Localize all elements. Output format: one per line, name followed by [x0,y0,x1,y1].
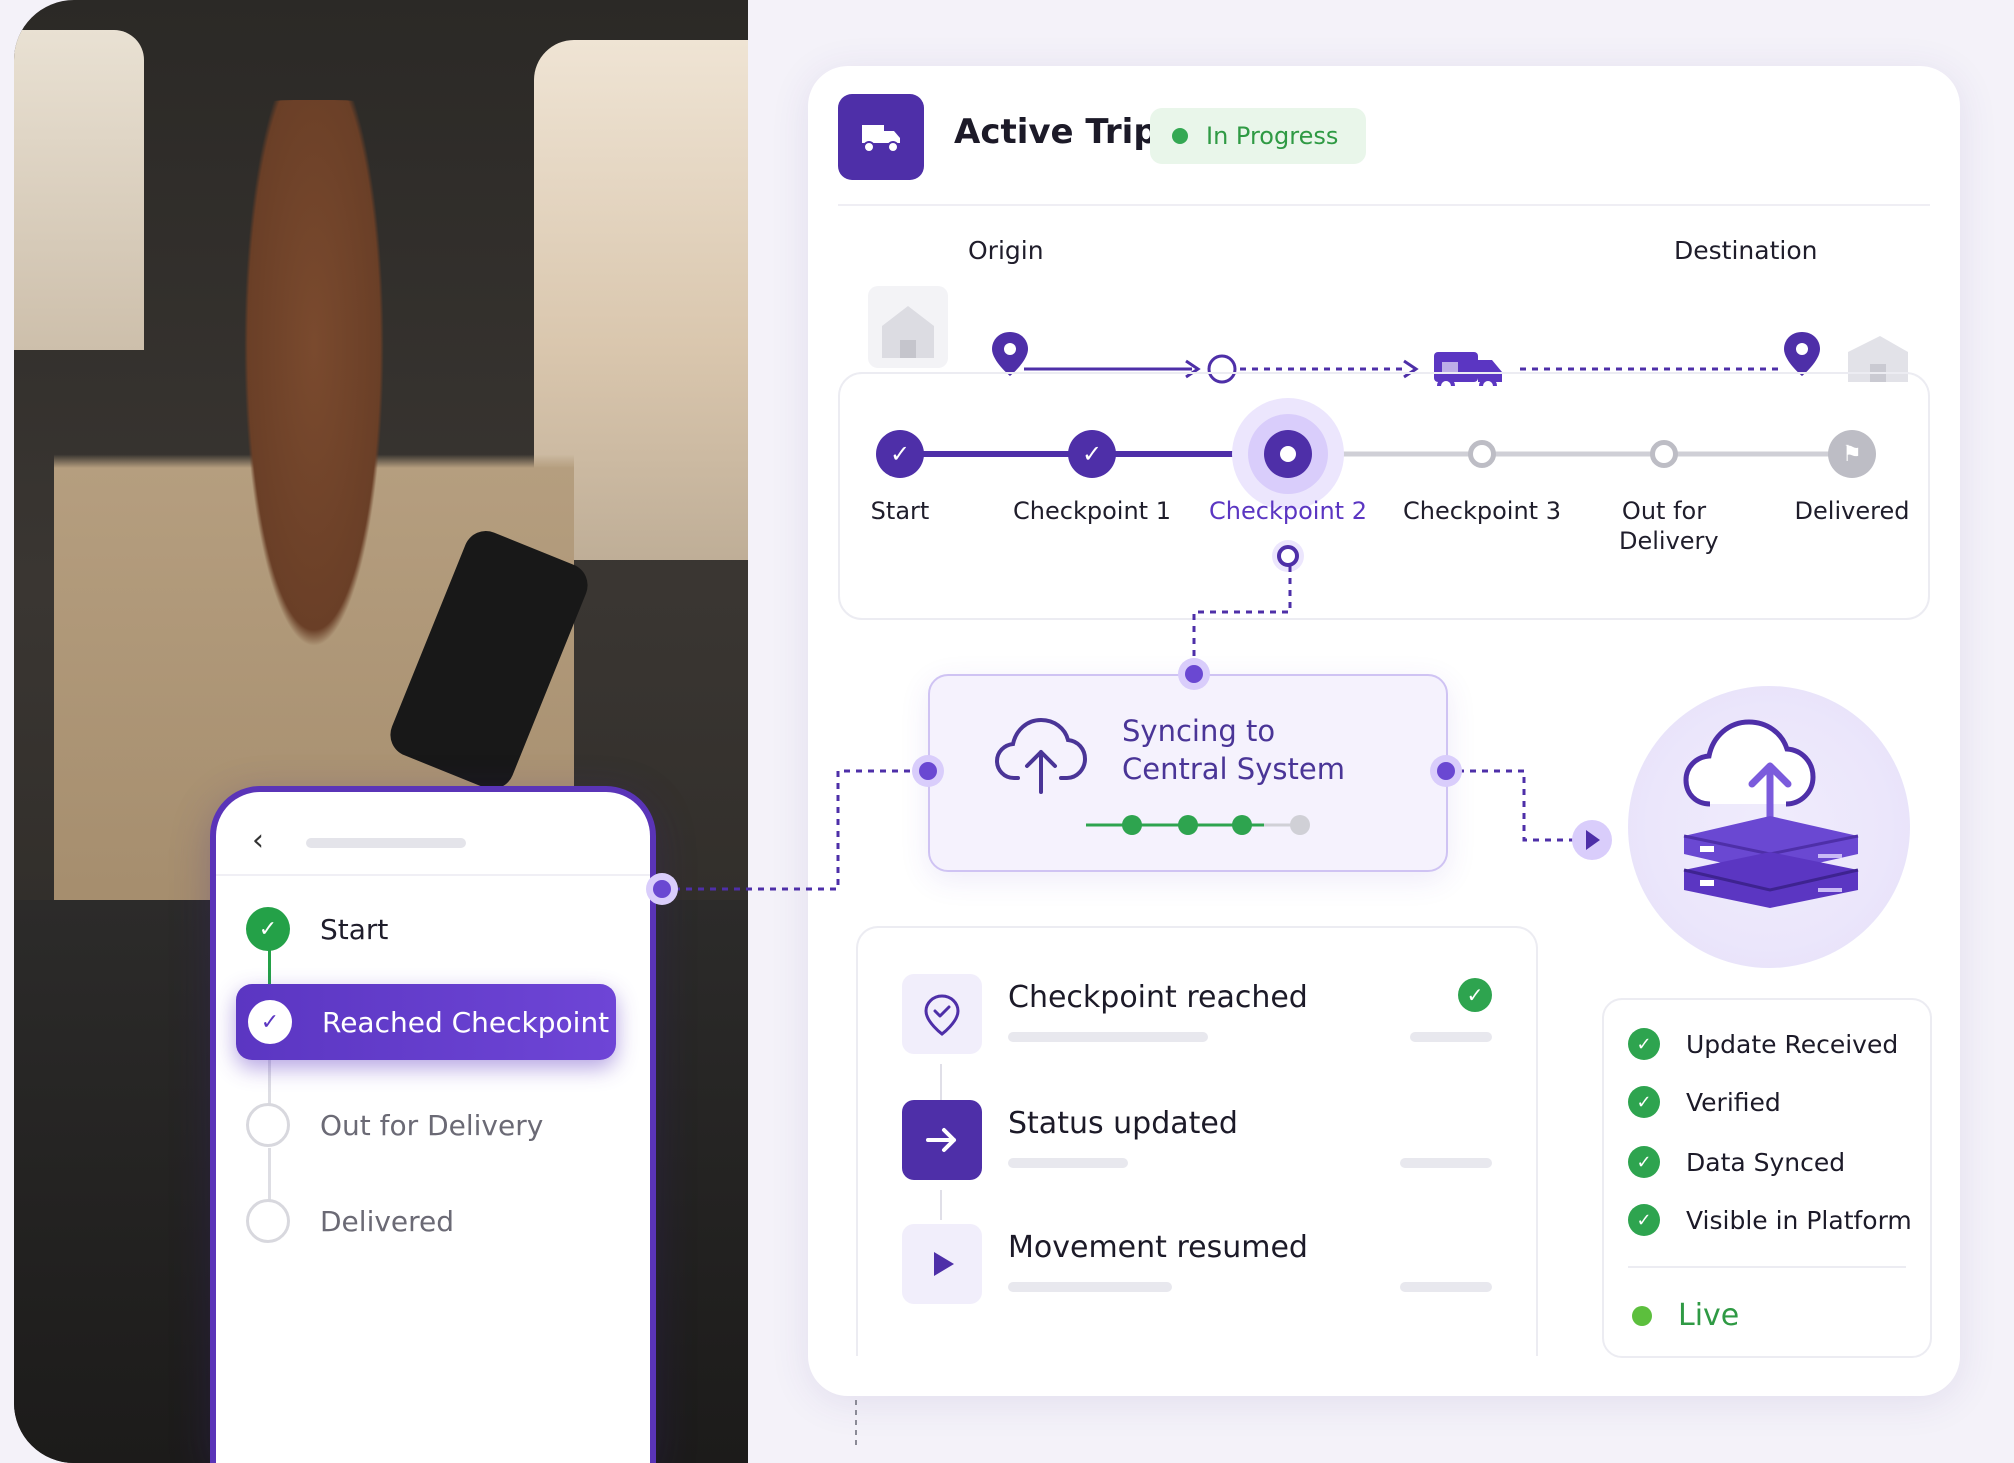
status-item: ✓ Update Received [1628,1028,1898,1060]
status-badge-label: In Progress [1206,122,1339,150]
warehouse-icon [868,286,948,368]
divider [1628,1266,1906,1268]
check-icon: ✓ [889,440,911,468]
check-icon: ✓ [1458,978,1492,1012]
step-label-checkpoint-3: Checkpoint 3 [1403,497,1561,525]
phone-step-label: Reached Checkpoint [322,1005,610,1039]
step-label-out-for-delivery: Out for Delivery [1619,497,1719,555]
header-divider [838,204,1930,206]
activity-connector [940,1064,942,1102]
sync-progress-dots [1086,815,1310,835]
destination-pin-icon [1784,332,1820,376]
empty-circle-icon [246,1103,290,1147]
check-icon: ✓ [1628,1146,1660,1178]
check-icon: ✓ [1628,1086,1660,1118]
phone-step-reached-checkpoint[interactable]: ✓ Reached Checkpoint [236,984,616,1060]
step-delivered-marker[interactable]: ⚑ [1828,430,1876,478]
status-item-label: Data Synced [1686,1147,1846,1177]
play-icon [902,1224,982,1304]
activity-subtitle-placeholder [1008,1158,1128,1168]
status-item: ✓ Verified [1628,1086,1781,1118]
activity-subtitle-placeholder [1008,1032,1208,1042]
activity-subtitle-placeholder [1008,1282,1172,1292]
live-indicator: Live [1632,1298,1739,1333]
status-dot-icon [1172,128,1188,144]
central-server-illustration [1628,686,1910,968]
location-check-icon [902,974,982,1054]
sync-status-checklist: ✓ Update Received ✓ Verified ✓ Data Sync… [1602,998,1932,1358]
active-trip-card: Active Trip In Progress Origin Destinati… [808,66,1960,1396]
step-checkpoint-3-marker[interactable] [1468,440,1496,468]
check-icon: ✓ [246,907,290,951]
phone-step-out-for-delivery[interactable]: Out for Delivery [246,1100,543,1150]
sync-title-line-2: Central System [1122,752,1345,786]
phone-topbar: ‹ [246,826,620,856]
step-start-marker[interactable]: ✓ [876,430,924,478]
check-icon: ✓ [1628,1204,1660,1236]
status-item: ✓ Visible in Platform [1628,1204,1912,1236]
activity-title: Status updated [1008,1106,1238,1141]
origin-pin-icon [992,332,1028,376]
live-dot-icon [1632,1305,1652,1326]
status-item: ✓ Data Synced [1628,1146,1845,1178]
step-label-checkpoint-1: Checkpoint 1 [1013,497,1171,525]
empty-circle-icon [246,1199,290,1243]
cloud-upload-icon [994,717,1088,794]
divider [216,874,650,876]
check-icon: ✓ [1081,440,1103,468]
flag-icon: ⚑ [1842,441,1862,467]
title-placeholder [306,838,466,848]
sync-status-panel: Syncing to Central System [928,674,1448,872]
sync-title: Syncing to Central System [1122,712,1345,788]
step-label-start: Start [870,497,930,525]
current-step-icon [1280,446,1296,462]
phone-step-label: Delivered [320,1204,455,1238]
activity-title: Movement resumed [1008,1230,1308,1265]
phone-step-delivered[interactable]: Delivered [246,1196,454,1246]
arrow-right-icon [902,1100,982,1180]
route-diagram [868,286,1908,386]
activity-time-placeholder [1410,1032,1492,1042]
timeline-connector [268,1148,271,1200]
live-label: Live [1678,1298,1740,1333]
destination-label: Destination [1674,236,1818,265]
step-out-for-delivery-marker[interactable] [1650,440,1678,468]
status-badge: In Progress [1150,108,1367,164]
activity-time-placeholder [1400,1282,1492,1292]
step-checkpoint-1-marker[interactable]: ✓ [1068,430,1116,478]
activity-feed: Checkpoint reached ✓ Status updated Move… [856,926,1538,1356]
activity-connector [940,1190,942,1220]
step-checkpoint-2-marker[interactable] [1264,430,1312,478]
timeline-connector [268,1054,271,1106]
chevron-left-icon[interactable]: ‹ [252,826,264,856]
status-item-label: Verified [1686,1087,1781,1117]
sync-title-line-1: Syncing to [1122,714,1276,748]
phone-step-start[interactable]: ✓ Start [246,904,388,954]
activity-title: Checkpoint reached [1008,980,1308,1015]
server-cloud-icon [1683,719,1859,908]
step-label-checkpoint-2: Checkpoint 2 [1209,497,1367,525]
phone-step-label: Out for Delivery [320,1108,544,1142]
truck-app-icon [838,94,924,180]
page-title: Active Trip [954,112,1158,152]
phone-app-mockup: ‹ ✓ Start ✓ Reached Checkpoint Out for D… [210,786,656,1463]
activity-time-placeholder [1400,1158,1492,1168]
check-icon: ✓ [248,1000,292,1044]
trip-progress-stepper: ✓ ✓ ⚑ Start Checkpoint 1 Checkpoint 2 Ch… [838,372,1930,620]
step-label-delivered: Delivered [1794,497,1910,525]
location-sub-marker [1272,540,1304,572]
status-item-label: Update Received [1686,1029,1899,1059]
phone-step-label: Start [320,912,389,946]
check-icon: ✓ [1628,1028,1660,1060]
status-item-label: Visible in Platform [1686,1205,1912,1235]
origin-label: Origin [968,236,1044,265]
